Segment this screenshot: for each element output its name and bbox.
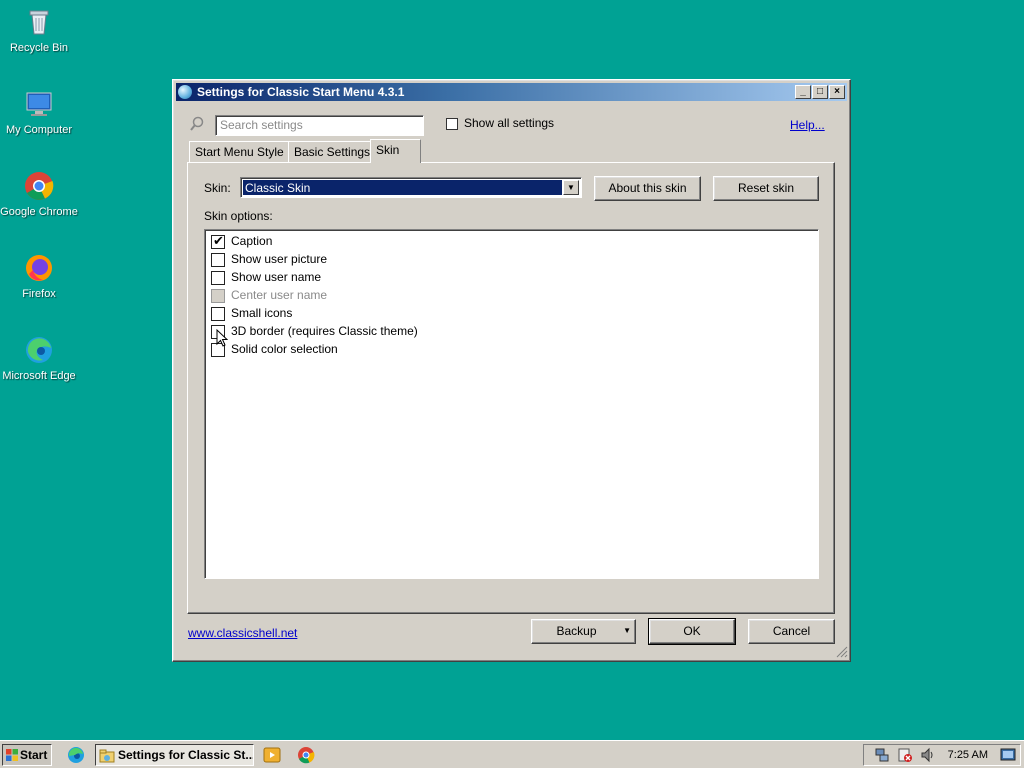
system-tray: 7:25 AM (863, 744, 1021, 766)
maximize-button[interactable]: □ (812, 85, 828, 99)
show-user-name-checkbox[interactable] (211, 271, 225, 285)
skin-options-list[interactable]: ✔ Caption Show user picture Show user na… (204, 229, 819, 579)
tab-start-menu-style[interactable]: Start Menu Style (189, 141, 290, 162)
option-label: 3D border (requires Classic theme) (231, 324, 418, 338)
option-label: Show user picture (231, 252, 328, 266)
task-label: Settings for Classic St... (118, 748, 254, 762)
desktop-icon-label: Google Chrome (0, 206, 78, 218)
show-all-checkbox-box[interactable] (446, 118, 458, 130)
classicshell-website-link[interactable]: www.classicshell.net (188, 626, 297, 640)
security-alert-icon[interactable] (897, 747, 913, 763)
folder-icon (99, 749, 115, 763)
center-user-name-checkbox (211, 289, 225, 303)
firefox-icon (23, 252, 55, 284)
show-user-picture-checkbox[interactable] (211, 253, 225, 267)
desktop-icon-google-chrome[interactable]: Google Chrome (0, 170, 78, 218)
show-all-settings-checkbox[interactable]: Show all settings (446, 116, 554, 133)
edge-icon (23, 334, 55, 366)
desktop-icon-label: Recycle Bin (9, 42, 69, 54)
taskbar: Start Settings for Classic St... 7:25 AM (0, 740, 1024, 768)
desktop-icon-firefox[interactable]: Firefox (0, 252, 78, 300)
window-title: Settings for Classic Start Menu 4.3.1 (197, 85, 405, 99)
search-icon (189, 116, 205, 132)
clock[interactable]: 7:25 AM (948, 749, 988, 761)
show-desktop-icon[interactable] (1000, 747, 1016, 763)
recycle-bin-icon (23, 6, 55, 38)
windows-logo-icon (6, 749, 18, 761)
media-player-icon[interactable] (263, 746, 281, 764)
small-icons-checkbox[interactable] (211, 307, 225, 321)
dropdown-arrow-icon: ▼ (623, 626, 631, 635)
tab-skin[interactable]: Skin (370, 139, 421, 163)
mouse-cursor-icon (216, 329, 228, 347)
minimize-button[interactable]: _ (795, 85, 811, 99)
chrome-icon (23, 170, 55, 202)
skin-selected-value: Classic Skin (243, 180, 562, 195)
start-button[interactable]: Start (2, 744, 52, 766)
classic-shell-icon (178, 85, 192, 99)
close-button[interactable]: × (829, 85, 845, 99)
taskbar-button-settings[interactable]: Settings for Classic St... (95, 744, 254, 766)
resize-grip-icon[interactable] (836, 646, 848, 658)
search-input[interactable]: Search settings (215, 115, 424, 136)
dropdown-arrow-icon[interactable]: ▼ (563, 180, 579, 195)
option-label: Small icons (231, 306, 293, 320)
backup-button[interactable]: Backup ▼ (531, 619, 636, 644)
desktop-icon-label: Microsoft Edge (2, 370, 76, 382)
option-label: Center user name (231, 288, 328, 302)
desktop-icon-label: Firefox (22, 288, 56, 300)
option-label: Caption (231, 234, 273, 248)
tab-basic-settings[interactable]: Basic Settings (288, 141, 377, 162)
chrome-icon[interactable] (297, 746, 315, 764)
caption-checkbox[interactable]: ✔ (211, 233, 225, 249)
computer-icon (23, 88, 55, 120)
backup-label: Backup (556, 624, 597, 638)
reset-skin-button[interactable]: Reset skin (713, 176, 819, 201)
checkmark-icon: ✔ (213, 233, 224, 248)
cancel-button[interactable]: Cancel (748, 619, 835, 644)
desktop-icon-my-computer[interactable]: My Computer (0, 88, 78, 136)
skin-options-label: Skin options: (204, 209, 273, 223)
network-icon[interactable] (874, 747, 890, 763)
skin-label: Skin: (204, 181, 231, 195)
desktop-icon-recycle-bin[interactable]: Recycle Bin (0, 6, 78, 54)
help-link[interactable]: Help... (790, 118, 825, 132)
option-label: Solid color selection (231, 342, 338, 356)
edge-icon[interactable] (67, 746, 85, 764)
start-label: Start (20, 748, 48, 762)
ok-button[interactable]: OK (648, 618, 736, 645)
show-all-label: Show all settings (464, 116, 555, 130)
desktop-icon-microsoft-edge[interactable]: Microsoft Edge (0, 334, 78, 382)
skin-dropdown[interactable]: Classic Skin ▼ (240, 177, 582, 198)
desktop-icon-label: My Computer (5, 124, 73, 136)
volume-icon[interactable] (920, 747, 936, 763)
title-bar[interactable]: Settings for Classic Start Menu 4.3.1 _ … (176, 83, 847, 101)
about-skin-button[interactable]: About this skin (594, 176, 701, 201)
option-label: Show user name (231, 270, 322, 284)
